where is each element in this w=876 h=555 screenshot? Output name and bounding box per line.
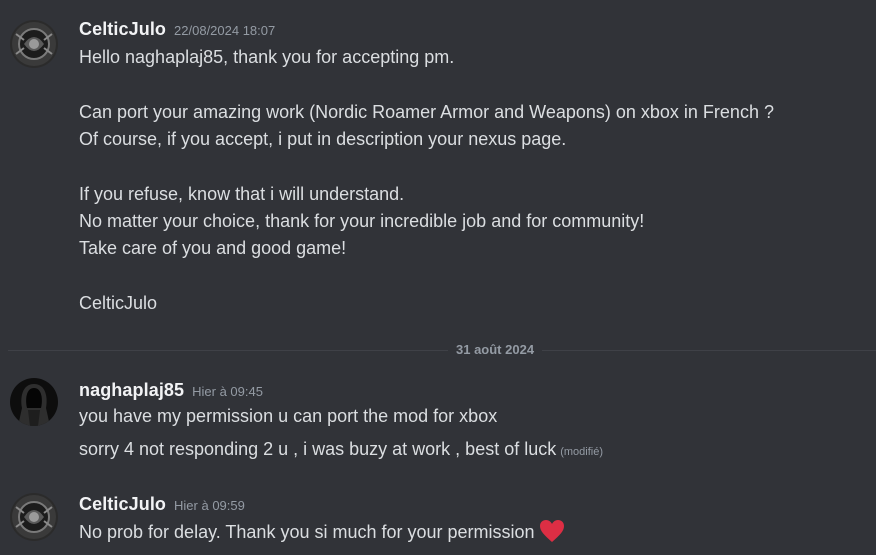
heart-icon: [539, 519, 565, 548]
message-line: Hello naghaplaj85, thank you for accepti…: [79, 47, 455, 67]
message-text: sorry 4 not responding 2 u , i was buzy …: [79, 439, 557, 459]
username[interactable]: CelticJulo: [79, 19, 166, 39]
message-line: you have my permission u can port the mo…: [79, 406, 498, 426]
edited-label: (modifié): [560, 446, 604, 458]
message-line: CelticJulo: [79, 293, 158, 313]
message-line: Can port your amazing work (Nordic Roame…: [79, 102, 774, 122]
avatar[interactable]: [10, 493, 58, 541]
avatar[interactable]: [10, 378, 58, 426]
message-line: If you refuse, know that i will understa…: [79, 184, 405, 204]
timestamp[interactable]: Hier à 09:59: [174, 498, 245, 513]
message-line: Take care of you and good game!: [79, 238, 347, 258]
timestamp[interactable]: Hier à 09:45: [192, 384, 263, 399]
username[interactable]: naghaplaj85: [79, 380, 184, 400]
message-line: Of course, if you accept, i put in descr…: [79, 129, 567, 149]
message-line: sorry 4 not responding 2 u , i was buzy …: [79, 438, 603, 463]
date-divider-label: 31 août 2024: [448, 342, 543, 358]
username[interactable]: CelticJulo: [79, 494, 166, 514]
date-divider: [8, 350, 876, 351]
chat-messages: CelticJulo 22/08/2024 18:07 Hello naghapl…: [0, 0, 876, 555]
message-text: No prob for delay. Thank you si much for…: [79, 522, 535, 542]
message-line: No matter your choice, thank for your in…: [79, 211, 645, 231]
message-line: No prob for delay. Thank you si much for…: [79, 519, 565, 548]
timestamp[interactable]: 22/08/2024 18:07: [174, 23, 275, 38]
avatar[interactable]: [10, 20, 58, 68]
